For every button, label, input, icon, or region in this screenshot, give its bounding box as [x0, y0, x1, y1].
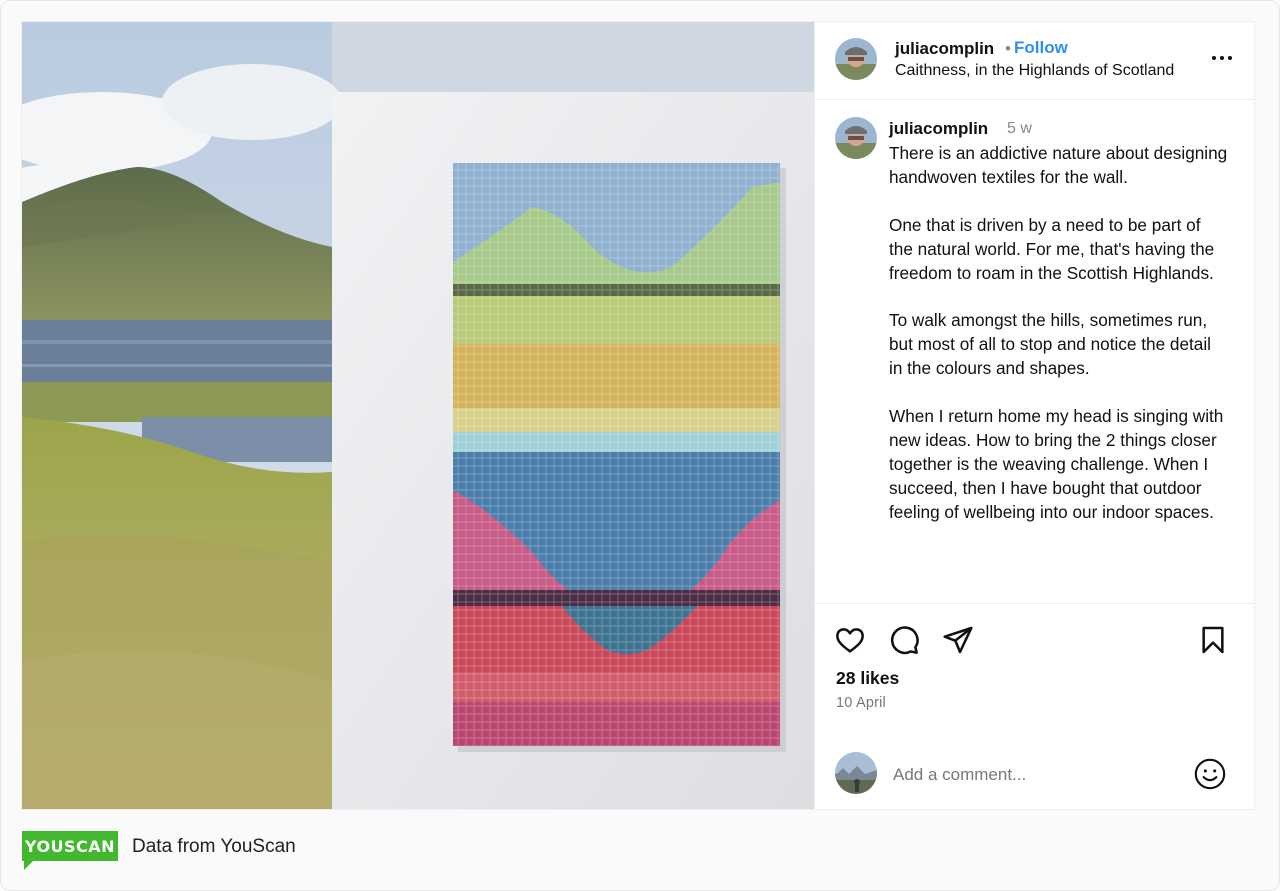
post-location[interactable]: Caithness, in the Highlands of Scotland	[895, 62, 1174, 80]
bookmark-icon[interactable]	[1197, 624, 1229, 656]
caption-paragraph: One that is driven by a need to be part …	[889, 214, 1215, 283]
youscan-logo-tail	[24, 860, 34, 870]
caption-username[interactable]: juliacomplin	[889, 119, 988, 139]
instagram-post-card: juliacomplin • Follow Caithness, in the …	[22, 22, 1255, 809]
youscan-logo[interactable]: YOUSCAN	[22, 831, 118, 861]
caption-section: juliacomplin 5 w There is an addictive n…	[815, 101, 1255, 603]
landscape-and-weaving-image	[22, 22, 814, 809]
post-image[interactable]	[22, 22, 814, 809]
data-source-text: Data from YouScan	[132, 836, 296, 857]
caption-paragraph: To walk amongst the hills, sometimes run…	[889, 310, 1211, 379]
author-username[interactable]: juliacomplin	[895, 39, 994, 59]
more-options-icon[interactable]	[1210, 46, 1234, 70]
post-date[interactable]: 10 April	[836, 695, 886, 711]
share-icon[interactable]	[942, 624, 974, 656]
comment-input[interactable]	[893, 762, 1183, 788]
author-avatar[interactable]	[835, 38, 877, 80]
likes-count[interactable]: 28 likes	[836, 668, 899, 689]
emoji-icon[interactable]	[1193, 757, 1227, 791]
separator-dot: •	[1005, 39, 1011, 58]
action-bar: 28 likes 10 April	[815, 603, 1255, 809]
caption-text: There is an addictive nature about desig…	[889, 142, 1229, 548]
caption-paragraph: When I return home my head is singing wi…	[889, 405, 1224, 522]
caption-author-avatar[interactable]	[835, 117, 877, 159]
commenter-avatar	[835, 752, 877, 794]
comment-icon[interactable]	[888, 624, 920, 656]
post-header: juliacomplin • Follow Caithness, in the …	[815, 22, 1255, 100]
heart-icon[interactable]	[834, 624, 866, 656]
post-details-pane: juliacomplin • Follow Caithness, in the …	[814, 22, 1255, 809]
caption-timestamp[interactable]: 5 w	[1007, 120, 1032, 138]
follow-button[interactable]: Follow	[1014, 38, 1068, 58]
caption-paragraph: There is an addictive nature about desig…	[889, 143, 1228, 187]
